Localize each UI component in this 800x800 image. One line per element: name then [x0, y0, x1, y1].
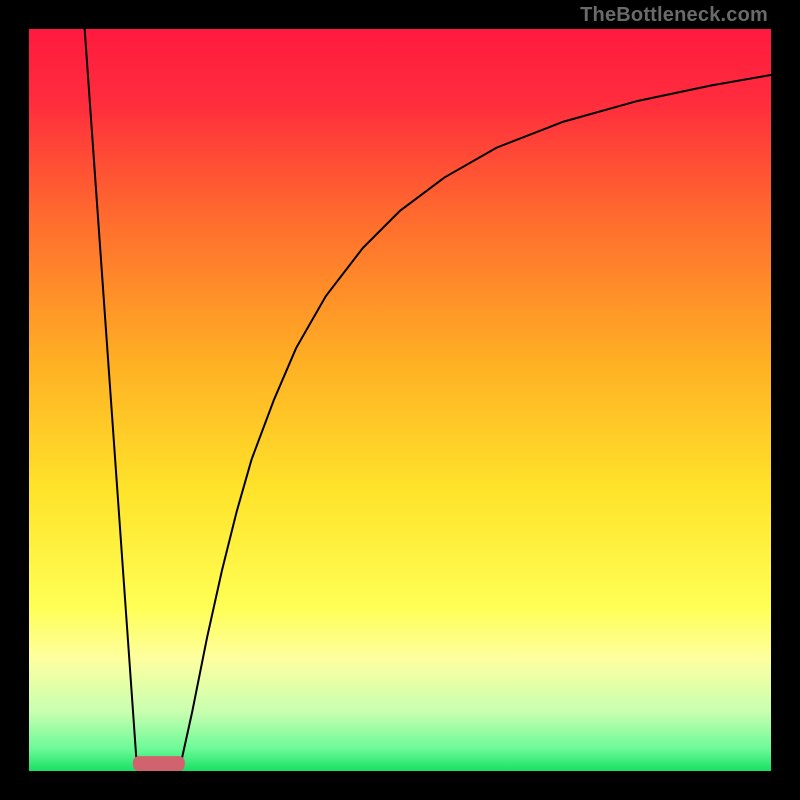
gradient-bg: [29, 29, 771, 771]
plot-svg: [29, 29, 771, 771]
watermark-text: TheBottleneck.com: [580, 4, 768, 27]
bottleneck-marker: [133, 756, 185, 771]
chart-frame: [29, 29, 771, 771]
